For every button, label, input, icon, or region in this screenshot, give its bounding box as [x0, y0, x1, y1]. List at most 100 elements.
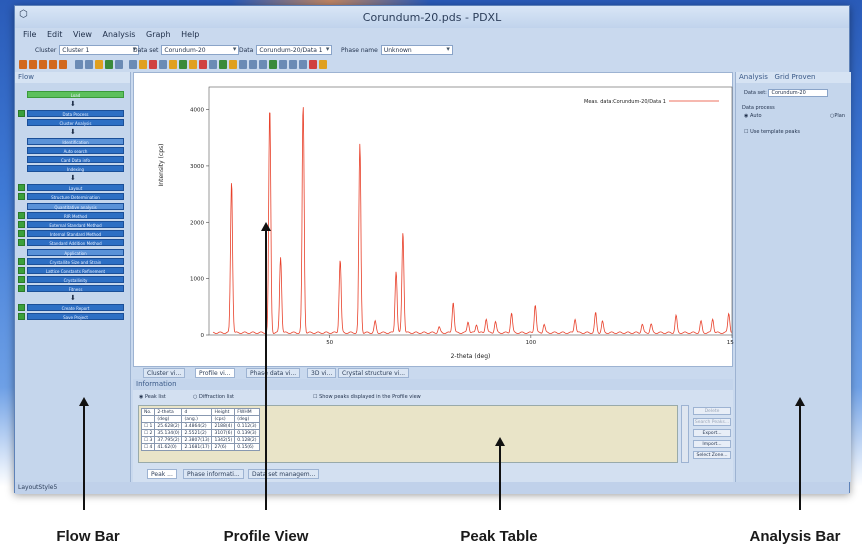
menu-help[interactable]: Help	[181, 30, 199, 39]
radio-auto[interactable]: ◉ Auto	[744, 113, 762, 119]
flow-item[interactable]: Save Project	[27, 313, 124, 320]
table-units: (deg) (ang.) (cps) (deg)	[140, 415, 260, 423]
menu-view[interactable]: View	[73, 30, 92, 39]
toolbar-tool-icon[interactable]	[229, 60, 237, 69]
analysis-dataset-label: Data set:	[744, 90, 767, 96]
show-peaks-checkbox[interactable]: ☐ Show peaks displayed in the Profile vi…	[313, 394, 421, 400]
select-zone-button[interactable]: Select Zone...	[693, 451, 731, 459]
profile-view[interactable]: 0 1000 2000 3000 4000 50 100 150 2-theta (deg) In…	[133, 72, 738, 367]
analysis-dataset-field[interactable]: Corundum-20	[768, 89, 829, 97]
flow-item[interactable]: Internal Standard Method	[27, 230, 124, 237]
export-button[interactable]: Export...	[693, 429, 731, 437]
tab-phase-data-view[interactable]: Phase data vi...	[246, 368, 301, 378]
toolbar-tool-icon[interactable]	[279, 60, 287, 69]
toolbar-tool-icon[interactable]	[259, 60, 267, 69]
toolbar-tool-icon[interactable]	[159, 60, 167, 69]
toolbar-tool-icon[interactable]	[199, 60, 207, 69]
toolbar-tool-icon[interactable]	[169, 60, 177, 69]
table-row[interactable]: ☐ 2 35.134(0) 2.5521(2) 3107(6) 0.139(3)	[140, 429, 260, 437]
tab-phase-information[interactable]: Phase informati...	[183, 469, 244, 479]
flow-item[interactable]: Card Data info	[27, 156, 124, 163]
tab-cluster-view[interactable]: Cluster vi...	[143, 368, 186, 378]
tab-data-set-management[interactable]: Data set managem...	[248, 469, 320, 479]
table-row[interactable]: ☐ 3 37.795(2) 2.3807(13) 1342(5) 0.128(2…	[140, 436, 260, 444]
col-height: Height	[211, 408, 236, 416]
toolbar-tool-icon[interactable]	[289, 60, 297, 69]
flow-item[interactable]: Crystallite Size and Strain	[27, 258, 124, 265]
radio-peak-list[interactable]: ◉ Peak list	[139, 394, 166, 400]
tab-profile-view[interactable]: Profile vi...	[195, 368, 235, 378]
flow-check-icon	[18, 267, 25, 274]
table-row[interactable]: ☐ 4 41.62(0) 2.1681(17) 27(6) 0.15(6)	[140, 443, 260, 451]
toolbar-tool-icon[interactable]	[299, 60, 307, 69]
tab-crystal-structure-view[interactable]: Crystal structure vi...	[338, 368, 410, 378]
toolbar-tool-icon[interactable]	[179, 60, 187, 69]
delete-button[interactable]: Delete	[693, 407, 731, 415]
toolbar-tool-icon[interactable]	[309, 60, 317, 69]
menu-edit[interactable]: Edit	[47, 30, 63, 39]
flow-item[interactable]: Lattice Constants Refinement	[27, 267, 124, 274]
flow-item[interactable]: Load	[27, 91, 124, 98]
tab-3d-view[interactable]: 3D vi...	[307, 368, 337, 378]
toolbar-tool-icon[interactable]	[29, 60, 37, 69]
flow-bar-arrow	[83, 405, 85, 510]
use-template-checkbox[interactable]: ☐ Use template peaks	[744, 129, 800, 135]
table-scrollbar[interactable]	[681, 405, 689, 463]
radio-diffraction-list[interactable]: ○ Diffraction list	[193, 394, 234, 400]
data-select[interactable]: Corundum-20/Data 1	[256, 45, 333, 55]
flow-item[interactable]: Auto search	[27, 147, 124, 154]
toolbar-tool-icon[interactable]	[149, 60, 157, 69]
tab-peak[interactable]: Peak ...	[147, 469, 177, 479]
toolbar-tool-icon[interactable]	[319, 60, 327, 69]
toolbar-tool-icon[interactable]	[95, 60, 103, 69]
toolbar-tool-icon[interactable]	[59, 60, 67, 69]
menu-file[interactable]: File	[23, 30, 36, 39]
flow-down-arrow-icon: ⬇	[70, 174, 76, 182]
toolbar-tool-icon[interactable]	[129, 60, 137, 69]
cluster-select[interactable]: Cluster 1	[59, 45, 140, 55]
flow-item[interactable]: Layout	[27, 184, 124, 191]
cell-no: ☐ 3	[140, 436, 156, 444]
toolbar-tool-icon[interactable]	[85, 60, 93, 69]
flow-item[interactable]: Cluster Analysis	[27, 119, 124, 126]
toolbar-tool-icon[interactable]	[269, 60, 277, 69]
flow-item[interactable]: Indexing	[27, 165, 124, 172]
flow-item[interactable]: Crystallinity	[27, 276, 124, 283]
flow-item[interactable]: Data Process	[27, 110, 124, 117]
radio-manual[interactable]: ○Plan	[830, 113, 845, 119]
toolbar-tool-icon[interactable]	[209, 60, 217, 69]
search-peaks-button[interactable]: Search Peaks...	[693, 418, 731, 426]
menu-graph[interactable]: Graph	[146, 30, 171, 39]
toolbar-tool-icon[interactable]	[189, 60, 197, 69]
toolbar-tool-icon[interactable]	[249, 60, 257, 69]
data-selector: Data Corundum-20/Data 1	[239, 45, 333, 55]
toolbar-tool-icon[interactable]	[139, 60, 147, 69]
tab-analysis[interactable]: Analysis	[739, 73, 768, 81]
phase-select[interactable]: Unknown	[380, 45, 453, 55]
toolbar-tool-icon[interactable]	[105, 60, 113, 69]
toolbar-tool-icon[interactable]	[49, 60, 57, 69]
flow-item[interactable]: Create Report	[27, 304, 124, 311]
analysis-bar: Analysis Grid Proven Data set: Corundum-…	[735, 72, 851, 482]
menu-analysis[interactable]: Analysis	[103, 30, 136, 39]
dataset-select[interactable]: Corundum-20	[161, 45, 240, 55]
phase-selector: Phase name Unknown	[341, 45, 453, 55]
flow-item[interactable]: Fitness	[27, 285, 124, 292]
import-button[interactable]: Import...	[693, 440, 731, 448]
toolbar-tool-icon[interactable]	[39, 60, 47, 69]
peak-table-arrow	[499, 445, 501, 510]
flow-item[interactable]: Structure Determination	[27, 193, 124, 200]
flow-item[interactable]: External Standard Method	[27, 221, 124, 228]
table-row[interactable]: ☐ 1 25.628(2) 3.4864(2) 2188(4) 0.112(3)	[140, 422, 260, 430]
toolbar-tool-icon[interactable]	[75, 60, 83, 69]
toolbar-tool-icon[interactable]	[115, 60, 123, 69]
tab-grid-proven[interactable]: Grid Proven	[775, 73, 816, 81]
flow-item[interactable]: Standard Addition Method	[27, 239, 124, 246]
flow-bar: Flow Load ⬇ Data Process Cluster Analysis ⬇ I…	[15, 72, 131, 482]
toolbar-tool-icon[interactable]	[219, 60, 227, 69]
profile-view-callout: Profile View	[223, 528, 309, 545]
flow-item[interactable]: RIR Method	[27, 212, 124, 219]
flow-down-arrow-icon: ⬇	[70, 294, 76, 302]
toolbar-tool-icon[interactable]	[239, 60, 247, 69]
toolbar-tool-icon[interactable]	[19, 60, 27, 69]
